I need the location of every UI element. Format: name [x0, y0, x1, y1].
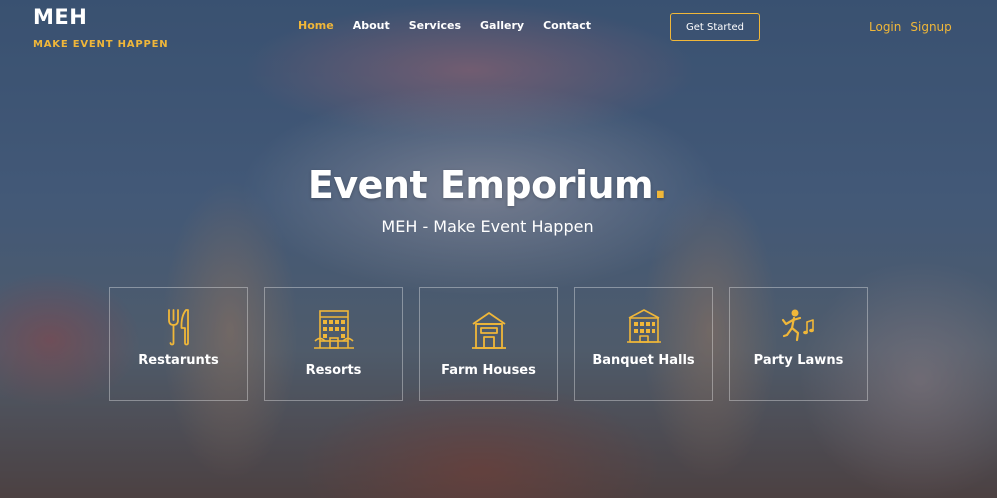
category-label: Banquet Halls: [592, 353, 695, 368]
brand-name[interactable]: MEH: [33, 5, 168, 29]
category-label: Farm Houses: [441, 363, 536, 378]
nav-item-about[interactable]: About: [353, 19, 390, 32]
hero-title: Event Emporium.: [0, 163, 975, 207]
category-farm-houses[interactable]: Farm Houses: [419, 287, 558, 401]
hero-subtitle: MEH - Make Event Happen: [381, 217, 594, 236]
category-party-lawns[interactable]: Party Lawns: [729, 287, 868, 401]
nav-item-home[interactable]: Home: [298, 19, 334, 32]
brand-tagline: MAKE EVENT HAPPEN: [33, 39, 169, 50]
auth-links: Login Signup: [869, 20, 952, 34]
main-nav: Home About Services Gallery Contact: [298, 19, 610, 32]
category-banquet-halls[interactable]: Banquet Halls: [574, 287, 713, 401]
brand-logo[interactable]: MEH MAKE EVENT HAPPEN: [33, 5, 168, 50]
hero-title-text: Event Emporium: [307, 163, 654, 207]
nav-item-services[interactable]: Services: [409, 19, 461, 32]
category-label: Resorts: [305, 363, 362, 378]
hero-overlay: [0, 0, 997, 498]
resort-building-icon: [312, 308, 356, 357]
farm-house-icon: [470, 310, 508, 357]
signup-link[interactable]: Signup: [910, 20, 951, 34]
banquet-hall-icon: [626, 308, 662, 351]
nav-item-contact[interactable]: Contact: [543, 19, 591, 32]
category-resorts[interactable]: Resorts: [264, 287, 403, 401]
dancing-person-icon: [781, 308, 817, 349]
nav-item-gallery[interactable]: Gallery: [480, 19, 524, 32]
login-link[interactable]: Login: [869, 20, 901, 34]
category-label: Party Lawns: [753, 353, 844, 368]
category-list: Restarunts Resorts Farm Houses Banquet H…: [0, 287, 997, 402]
category-restaurants[interactable]: Restarunts: [109, 287, 248, 401]
fork-knife-icon: [166, 308, 192, 351]
get-started-button[interactable]: Get Started: [670, 13, 760, 41]
category-label: Restarunts: [138, 353, 219, 368]
hero-title-dot: .: [653, 163, 668, 207]
